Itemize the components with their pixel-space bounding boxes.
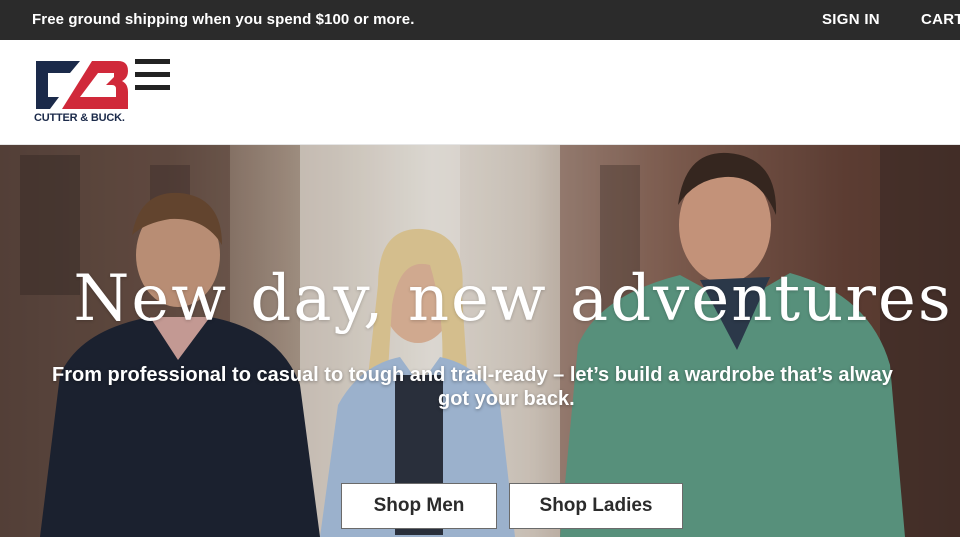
promo-text: Free ground shipping when you spend $100… <box>32 11 415 28</box>
shop-ladies-button[interactable]: Shop Ladies <box>509 483 683 529</box>
hero-subtitle: From professional to casual to tough and… <box>52 363 960 411</box>
hero-subtitle-line-2: got your back. <box>438 388 575 410</box>
site-header: CUTTER & BUCK. <box>0 40 960 145</box>
hero-photo <box>0 145 960 537</box>
promo-bar: Free ground shipping when you spend $100… <box>0 0 960 40</box>
hero-banner: New day, new adventures From professiona… <box>0 145 960 537</box>
hero-title: New day, new adventures <box>73 262 953 336</box>
logo-text: CUTTER & BUCK. <box>34 112 125 124</box>
logo-mark-icon <box>36 61 128 109</box>
shop-men-button[interactable]: Shop Men <box>341 483 497 529</box>
hero-subtitle-line-1: From professional to casual to tough and… <box>52 364 893 386</box>
brand-logo[interactable]: CUTTER & BUCK. <box>34 59 134 127</box>
cart-link[interactable]: CART <box>921 11 960 28</box>
sign-in-link[interactable]: SIGN IN <box>822 11 880 28</box>
hamburger-menu-icon[interactable] <box>135 59 170 90</box>
